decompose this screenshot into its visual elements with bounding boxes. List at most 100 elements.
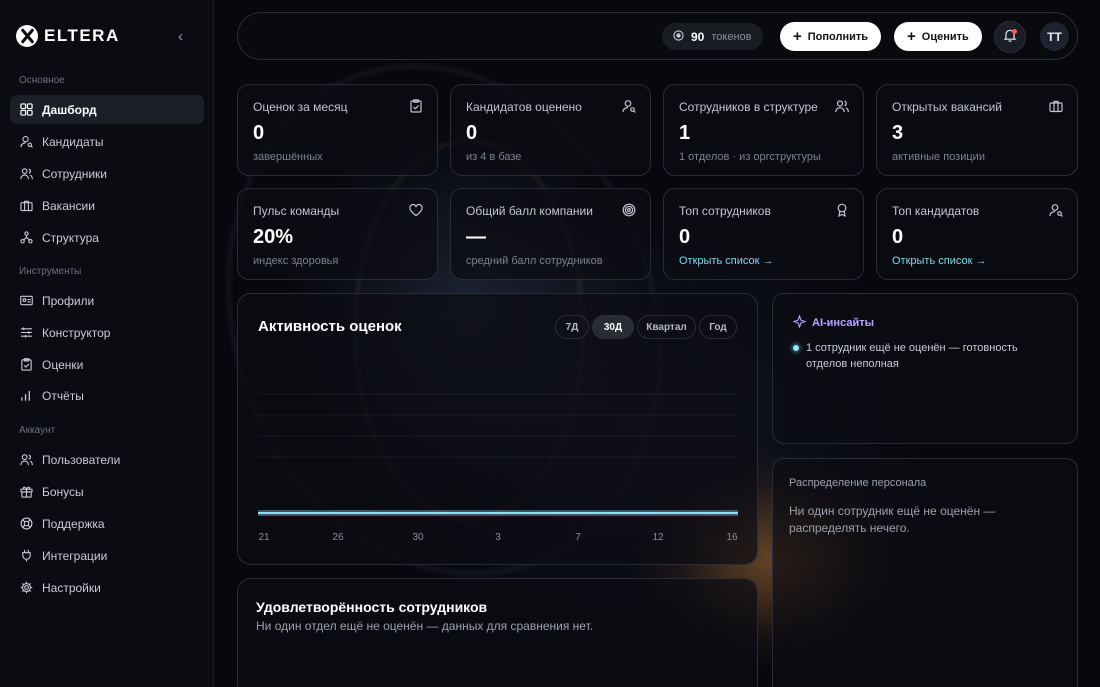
activity-chart-card: Активность оценок 7Д 30Д Квартал Год 21 2… (237, 293, 758, 565)
sidebar-item-label: Структура (42, 230, 99, 245)
logo[interactable]: ELTERA (16, 25, 120, 47)
stat-title: Сотрудников в структуре (679, 100, 818, 114)
stat-subtitle: индекс здоровья (253, 255, 339, 267)
stat-card-top-candidates[interactable]: Топ кандидатов 0 Открыть список → (876, 188, 1078, 280)
stat-title: Кандидатов оценено (466, 100, 582, 114)
gift-icon (20, 485, 33, 498)
sidebar-item-employees[interactable]: Сотрудники (10, 159, 204, 188)
sidebar-item-label: Бонусы (42, 484, 84, 499)
users-icon (835, 99, 849, 113)
stat-card-evaluations-month[interactable]: Оценок за месяц 0 завершённых (237, 84, 438, 176)
stat-subtitle: активные позиции (892, 151, 985, 163)
sidebar-item-reports[interactable]: Отчёты (10, 381, 204, 410)
x-tick-label: 16 (726, 532, 738, 543)
x-tick-label: 3 (495, 532, 501, 543)
dashboard-icon (20, 103, 33, 116)
sidebar-item-users[interactable]: Пользователи (10, 445, 204, 474)
tokens-balance[interactable]: 90 токенов (662, 23, 764, 50)
sidebar-item-label: Кандидаты (42, 134, 104, 149)
stat-value: 0 (253, 122, 265, 144)
stat-card-top-employees[interactable]: Топ сотрудников 0 Открыть список → (663, 188, 864, 280)
collapse-sidebar-icon[interactable]: ‹ (178, 28, 183, 45)
briefcase-icon (1049, 99, 1063, 113)
x-tick-label: 7 (575, 532, 581, 543)
notifications-button[interactable] (994, 21, 1026, 53)
stat-card-employees-structure[interactable]: Сотрудников в структуре 1 1 отделов · из… (663, 84, 864, 176)
sidebar-item-label: Оценки (42, 357, 84, 372)
stat-title: Топ сотрудников (679, 204, 771, 218)
sidebar-item-label: Дашборд (42, 102, 97, 117)
insight-bullet (793, 345, 799, 351)
sidebar-item-bonuses[interactable]: Бонусы (10, 477, 204, 506)
activity-chart: 21 26 30 3 7 12 16 (258, 393, 738, 543)
topup-button[interactable]: + Пополнить (780, 22, 882, 51)
profile-card-icon (20, 294, 33, 307)
sidebar-item-integrations[interactable]: Интеграции (10, 541, 204, 570)
satisfaction-empty-text: Ни один отдел ещё не оценён — данных для… (256, 619, 594, 633)
ai-insights-card: AI-инсайты 1 сотрудник ещё не оценён — г… (772, 293, 1078, 444)
open-top-candidates-link[interactable]: Открыть список → (892, 255, 986, 267)
sidebar-item-profiles[interactable]: Профили (10, 286, 204, 315)
plug-icon (20, 549, 33, 562)
sidebar-item-label: Поддержка (42, 516, 105, 531)
stat-card-team-pulse[interactable]: Пульс команды 20% индекс здоровья (237, 188, 438, 280)
stat-title: Общий балл компании (466, 204, 593, 218)
sidebar-item-label: Сотрудники (42, 166, 107, 181)
stat-subtitle: 1 отделов · из оргструктуры (679, 151, 821, 163)
tokens-label: токенов (711, 30, 752, 43)
distribution-empty-text: Ни один сотрудник ещё не оценён — распре… (789, 504, 996, 535)
sidebar-item-label: Отчёты (42, 388, 84, 403)
plus-icon: + (793, 28, 802, 45)
sidebar-item-candidates[interactable]: Кандидаты (10, 127, 204, 156)
stat-value: 0 (892, 226, 904, 248)
award-icon (835, 203, 849, 217)
sidebar-item-settings[interactable]: Настройки (10, 573, 204, 602)
sidebar-item-label: Пользователи (42, 452, 121, 467)
gear-icon (20, 581, 33, 594)
sidebar-item-support[interactable]: Поддержка (10, 509, 204, 538)
sidebar-item-label: Конструктор (42, 325, 111, 340)
sidebar-item-constructor[interactable]: Конструктор (10, 318, 204, 347)
evaluate-label: Оценить (921, 30, 969, 43)
sidebar-item-label: Интеграции (42, 548, 108, 563)
avatar[interactable]: TT (1040, 22, 1069, 51)
user-search-icon (1049, 203, 1063, 217)
stat-subtitle: из 4 в базе (466, 151, 522, 163)
section-label-account: Аккаунт (19, 425, 56, 436)
stat-title: Пульс команды (253, 204, 340, 218)
clipboard-check-icon (409, 99, 423, 113)
satisfaction-title: Удовлетворённость сотрудников (256, 599, 488, 615)
evaluate-button[interactable]: + Оценить (894, 22, 982, 51)
topup-label: Пополнить (807, 30, 869, 43)
ai-insights-title: AI-инсайты (792, 314, 874, 331)
sidebar-item-evaluations[interactable]: Оценки (10, 350, 204, 379)
ai-insights-label: AI-инсайты (812, 317, 874, 329)
stat-value: — (466, 226, 486, 248)
stat-title: Оценок за месяц (253, 100, 348, 114)
notification-dot (1012, 29, 1017, 34)
sidebar-item-structure[interactable]: Структура (10, 223, 204, 252)
stat-card-company-score[interactable]: Общий балл компании — средний балл сотру… (450, 188, 651, 280)
section-label-tools: Инструменты (19, 266, 82, 277)
sidebar-item-vacancies[interactable]: Вакансии (10, 191, 204, 220)
bar-chart-icon (20, 389, 33, 402)
insight-item: 1 сотрудник ещё не оценён — готовность о… (806, 342, 1018, 370)
employees-icon (20, 167, 33, 180)
logo-text: ELTERA (44, 26, 120, 45)
employee-satisfaction-card: Удовлетворённость сотрудников Ни один от… (237, 578, 758, 687)
stat-card-candidates-evaluated[interactable]: Кандидатов оценено 0 из 4 в базе (450, 84, 651, 176)
staff-distribution-card: Распределение персонала Ни один сотрудни… (772, 458, 1078, 687)
x-tick-label: 21 (258, 532, 270, 543)
sidebar-item-label: Настройки (42, 580, 101, 595)
stat-title: Открытых вакансий (892, 100, 1002, 114)
open-top-employees-link[interactable]: Открыть список → (679, 255, 773, 267)
tokens-value: 90 (691, 29, 705, 44)
briefcase-icon (20, 199, 33, 212)
distribution-title: Распределение персонала (789, 477, 927, 489)
clipboard-icon (20, 358, 33, 371)
stat-value: 0 (466, 122, 478, 144)
sidebar-item-dashboard[interactable]: Дашборд (10, 95, 204, 124)
token-coin-icon (673, 29, 684, 44)
stat-card-open-vacancies[interactable]: Открытых вакансий 3 активные позиции (876, 84, 1078, 176)
target-icon (622, 203, 636, 217)
